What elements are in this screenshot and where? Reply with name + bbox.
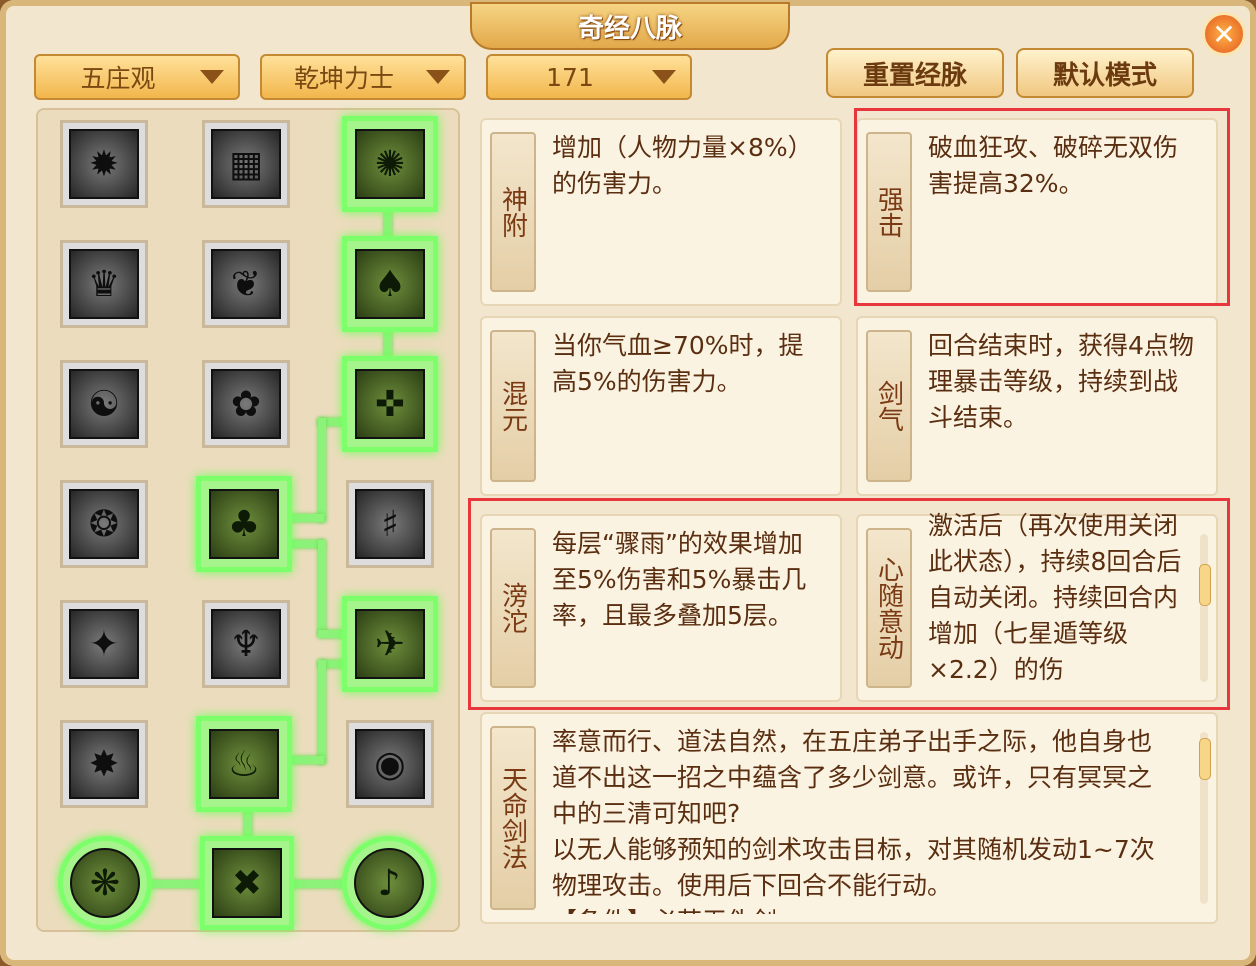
level-dropdown-value: 171 xyxy=(546,62,594,92)
skill-icon: ❂ xyxy=(69,489,139,559)
skill-icon: ✺ xyxy=(355,129,425,199)
skill-icon: ▦ xyxy=(211,129,281,199)
skill-node[interactable]: ▦ xyxy=(202,120,290,208)
highlight-box xyxy=(854,108,1230,306)
skill-card-name: 神附 xyxy=(490,132,536,292)
chevron-down-icon xyxy=(200,70,224,84)
tree-link xyxy=(290,756,324,764)
skill-icon: ♪ xyxy=(354,848,424,918)
skill-icon: ♣ xyxy=(209,489,279,559)
skill-card-name: 剑气 xyxy=(866,330,912,482)
card-scrollbar[interactable] xyxy=(1199,732,1211,904)
tree-link xyxy=(318,540,326,636)
skill-icon: ♨ xyxy=(209,729,279,799)
close-button[interactable]: ✕ xyxy=(1202,12,1246,56)
skill-node[interactable]: ✸ xyxy=(60,720,148,808)
skill-node[interactable]: ♯ xyxy=(346,480,434,568)
window-title: 奇经八脉 xyxy=(470,2,790,50)
tree-link xyxy=(150,880,206,888)
skill-icon: ✸ xyxy=(69,729,139,799)
close-icon: ✕ xyxy=(1212,17,1236,51)
skill-icon: ❦ xyxy=(211,249,281,319)
skill-node-active[interactable]: ♪ xyxy=(342,836,436,930)
skill-node-active[interactable]: ✜ xyxy=(342,356,438,452)
skill-node-active[interactable]: ✺ xyxy=(342,116,438,212)
skill-icon: ☯ xyxy=(69,369,139,439)
skill-card[interactable]: 剑气 回合结束时，获得4点物理暴击等级，持续到战斗结束。 xyxy=(856,316,1218,496)
skill-node[interactable]: ✦ xyxy=(60,600,148,688)
skill-node-active[interactable]: ✈ xyxy=(342,596,438,692)
skill-icon: ✦ xyxy=(69,609,139,679)
tree-link xyxy=(318,418,326,522)
skill-node[interactable]: ◉ xyxy=(346,720,434,808)
skill-node-active[interactable]: ♠ xyxy=(342,236,438,332)
skill-card-ultimate[interactable]: 天命剑法 率意而行、道法自然，在五庄弟子出手之际，他自身也道不出这一招之中蕴含了… xyxy=(480,712,1218,924)
skill-node-active[interactable]: ❋ xyxy=(58,836,152,930)
skill-node[interactable]: ♆ xyxy=(202,600,290,688)
skill-card[interactable]: 神附 增加（人物力量×8%）的伤害力。 xyxy=(480,118,842,306)
tree-link xyxy=(290,514,324,522)
tree-link xyxy=(290,880,346,888)
chevron-down-icon xyxy=(426,70,450,84)
scrollbar-thumb[interactable] xyxy=(1199,738,1211,780)
skill-node[interactable]: ♛ xyxy=(60,240,148,328)
skill-node[interactable]: ✹ xyxy=(60,120,148,208)
skill-card-desc: 当你气血≥70%时，提高5%的伤害力。 xyxy=(552,331,804,396)
skill-card-name: 混元 xyxy=(490,330,536,482)
skill-node[interactable]: ☯ xyxy=(60,360,148,448)
sect-dropdown[interactable]: 五庄观 xyxy=(34,54,240,100)
skill-icon: ✖ xyxy=(212,848,282,918)
level-dropdown[interactable]: 171 xyxy=(486,54,692,100)
skill-node[interactable]: ❦ xyxy=(202,240,290,328)
skill-card-desc: 率意而行、道法自然，在五庄弟子出手之际，他自身也道不出这一招之中蕴含了多少剑意。… xyxy=(552,727,1155,914)
skill-icon: ✿ xyxy=(211,369,281,439)
skill-node-active[interactable]: ✖ xyxy=(200,836,294,930)
skill-card[interactable]: 混元 当你气血≥70%时，提高5%的伤害力。 xyxy=(480,316,842,496)
skill-icon: ♆ xyxy=(211,609,281,679)
school-dropdown[interactable]: 乾坤力士 xyxy=(260,54,466,100)
skill-node[interactable]: ❂ xyxy=(60,480,148,568)
skill-node-active[interactable]: ♣ xyxy=(196,476,292,572)
skill-card-name: 天命剑法 xyxy=(490,726,536,910)
default-mode-button[interactable]: 默认模式 xyxy=(1016,48,1194,98)
skill-card-desc: 增加（人物力量×8%）的伤害力。 xyxy=(552,133,813,198)
skill-icon: ◉ xyxy=(355,729,425,799)
skill-icon: ✜ xyxy=(355,369,425,439)
tree-link xyxy=(318,660,326,764)
skill-icon: ✈ xyxy=(355,609,425,679)
skill-node[interactable]: ✿ xyxy=(202,360,290,448)
skill-card-desc: 回合结束时，获得4点物理暴击等级，持续到战斗结束。 xyxy=(928,331,1194,432)
highlight-box xyxy=(468,498,1230,710)
skill-icon: ♯ xyxy=(355,489,425,559)
skill-node-active[interactable]: ♨ xyxy=(196,716,292,812)
reset-meridian-button[interactable]: 重置经脉 xyxy=(826,48,1004,98)
chevron-down-icon xyxy=(652,70,676,84)
sect-dropdown-value: 五庄观 xyxy=(80,64,156,93)
skill-icon: ♛ xyxy=(69,249,139,319)
skill-icon: ✹ xyxy=(69,129,139,199)
skill-icon: ♠ xyxy=(355,249,425,319)
skill-icon: ❋ xyxy=(70,848,140,918)
school-dropdown-value: 乾坤力士 xyxy=(293,64,394,93)
